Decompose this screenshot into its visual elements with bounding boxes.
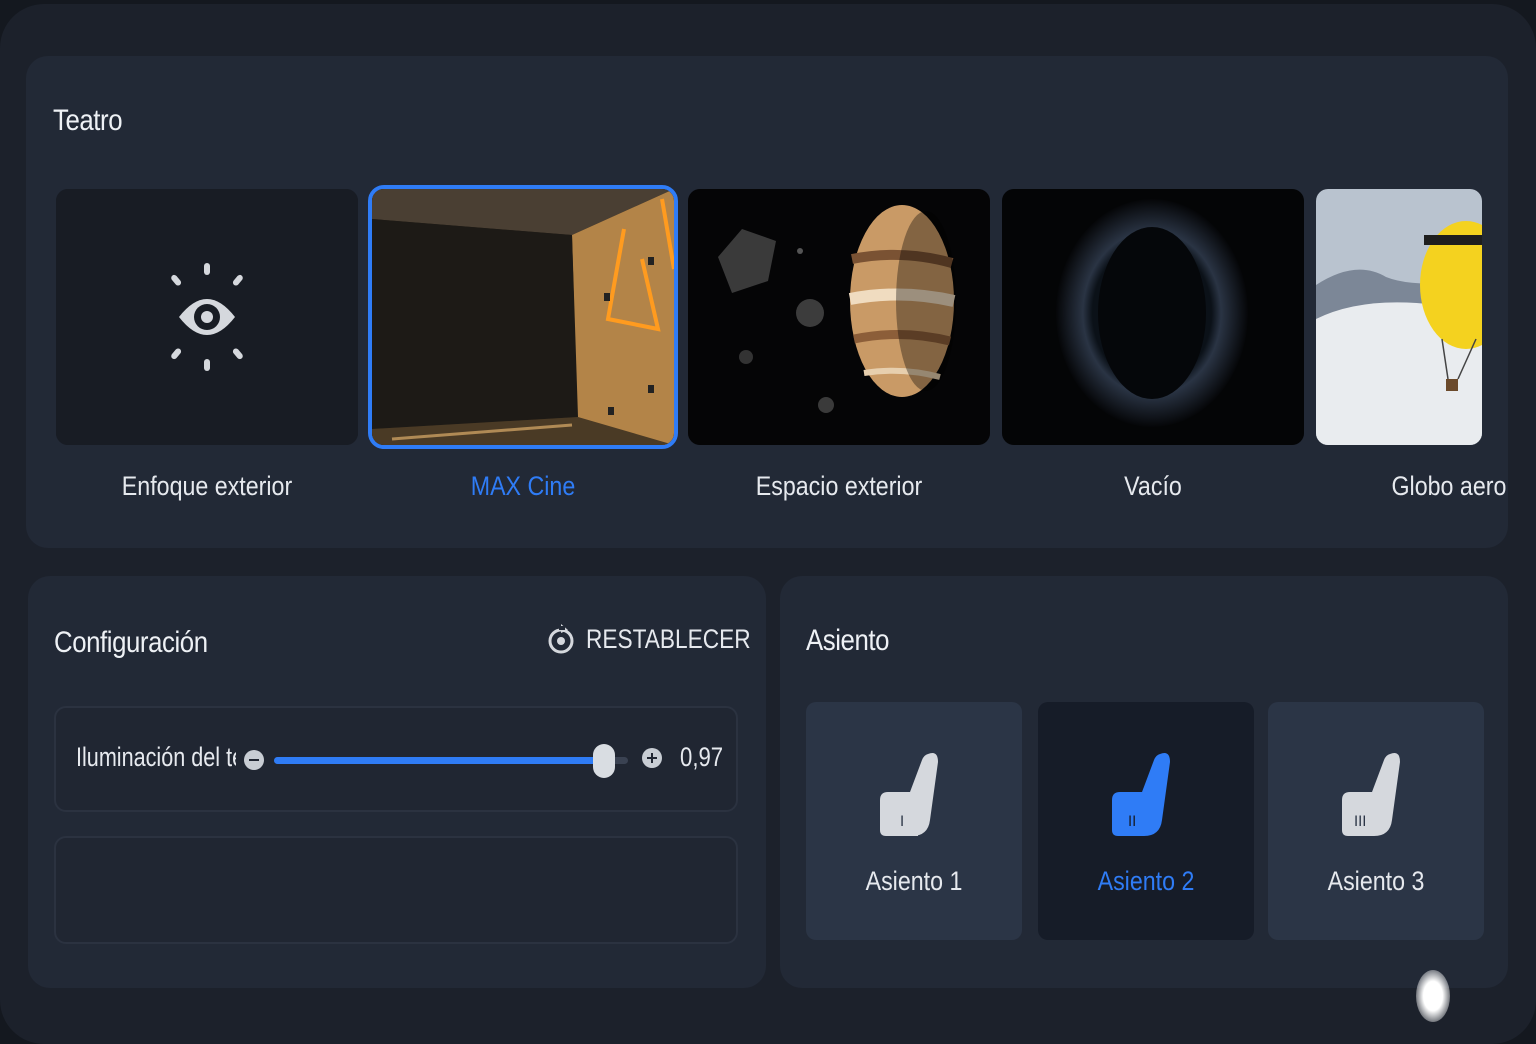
pointer-cursor xyxy=(1416,970,1450,1022)
seat-icon: III xyxy=(1342,753,1400,836)
env-card-espacio-exterior[interactable]: Espacio exterior xyxy=(688,189,990,501)
reset-icon xyxy=(548,624,574,654)
env-card-enfoque-exterior[interactable]: Enfoque exterior xyxy=(56,189,358,501)
reset-label: RESTABLECER xyxy=(586,623,751,654)
svg-text:II: II xyxy=(1128,814,1136,830)
env-label: Vacío xyxy=(1124,471,1182,501)
svg-text:III: III xyxy=(1354,814,1366,830)
minus-icon[interactable] xyxy=(244,750,264,770)
theater-settings-window: Teatro Enfoque exterior MAX Cine Espacio… xyxy=(0,4,1536,1044)
env-label: MAX Cine xyxy=(470,471,576,501)
env-card-vacio[interactable]: Vacío xyxy=(1002,189,1304,501)
config-panel: Configuración RESTABLECER Iluminación de… xyxy=(28,576,766,988)
env-card-max-cine[interactable]: MAX Cine xyxy=(368,185,678,501)
lighting-slider-thumb[interactable] xyxy=(592,744,615,778)
seat-label: Asiento 1 xyxy=(865,866,963,896)
lighting-value: 0,97 xyxy=(680,742,724,772)
config-title: Configuración xyxy=(54,626,208,659)
seat-icon: I xyxy=(880,753,938,836)
env-thumbnail-enfoque xyxy=(56,189,358,445)
theater-title: Teatro xyxy=(53,104,123,137)
svg-text:I: I xyxy=(900,814,904,830)
lighting-setting-row: Iluminación del tea 0,97 xyxy=(54,706,738,812)
seat-option-3[interactable]: III Asiento 3 xyxy=(1268,702,1484,940)
lighting-slider[interactable] xyxy=(274,744,628,778)
lighting-label: Iluminación del tea xyxy=(76,742,236,772)
env-label: Globo aero xyxy=(1391,471,1507,501)
env-card-globo-aero[interactable]: Globo aero xyxy=(1316,189,1506,501)
eye-icon xyxy=(56,189,358,445)
seat-option-1[interactable]: I Asiento 1 xyxy=(806,702,1022,940)
env-label: Enfoque exterior xyxy=(121,471,293,501)
env-label: Espacio exterior xyxy=(755,471,923,501)
seat-panel: Asiento I Asiento 1 II Asiento 2 III Asi… xyxy=(780,576,1508,988)
env-thumbnail-space xyxy=(688,189,990,445)
theater-panel: Teatro Enfoque exterior MAX Cine Espacio… xyxy=(26,56,1508,548)
seat-label: Asiento 3 xyxy=(1327,866,1425,896)
empty-setting-row xyxy=(54,836,738,944)
env-thumbnail-void xyxy=(1002,189,1304,445)
plus-icon[interactable] xyxy=(642,748,662,768)
env-thumbnail-balloon xyxy=(1316,189,1482,445)
seat-title: Asiento xyxy=(806,624,890,657)
env-thumbnail-cinema xyxy=(368,185,678,449)
lighting-slider-fill xyxy=(274,757,604,764)
reset-button[interactable]: RESTABLECER xyxy=(546,616,751,662)
seat-icon: II xyxy=(1112,753,1170,836)
seat-label: Asiento 2 xyxy=(1097,866,1195,896)
seat-option-2[interactable]: II Asiento 2 xyxy=(1038,702,1254,940)
